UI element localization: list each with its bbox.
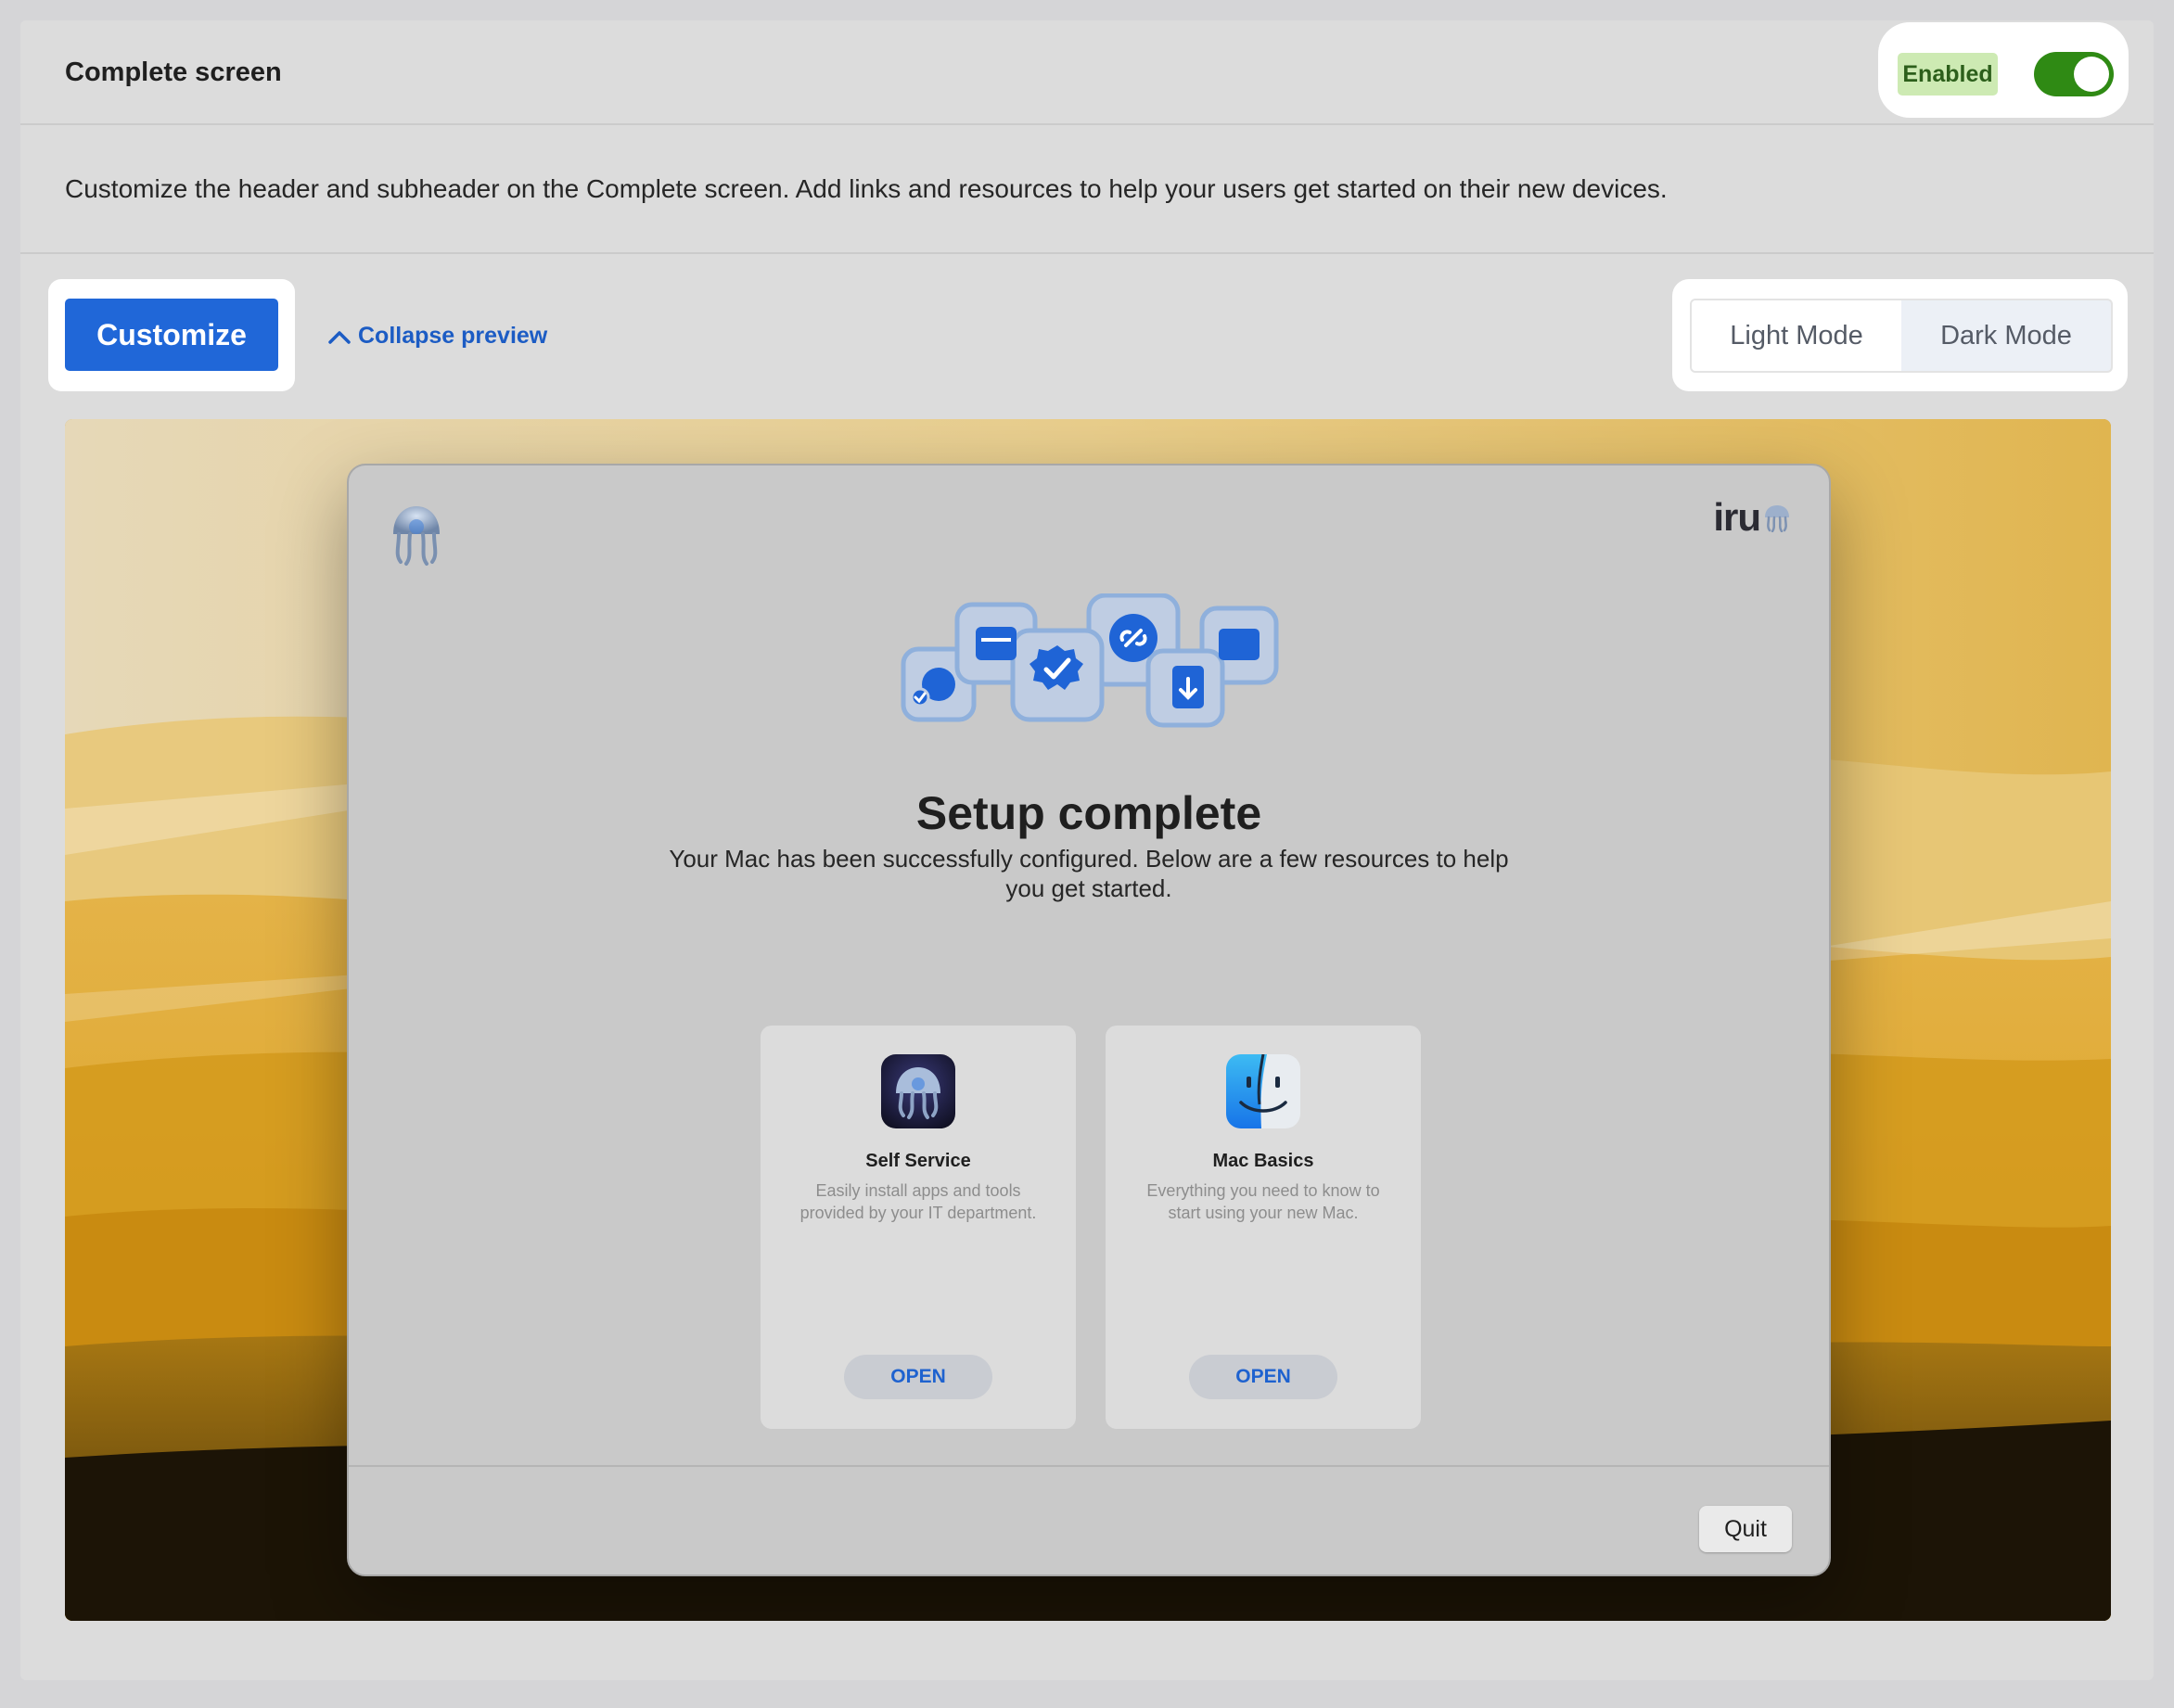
appearance-mode-switch: Light Mode Dark Mode (1690, 299, 2113, 373)
finder-icon (1226, 1054, 1300, 1128)
collapse-preview-link[interactable]: Collapse preview (326, 323, 547, 350)
toggle-knob (2074, 57, 2109, 92)
divider (20, 252, 2154, 254)
status-badge: Enabled (1898, 53, 1998, 96)
resource-title: Mac Basics (1212, 1151, 1314, 1171)
brand-wordmark: iru (1713, 495, 1761, 539)
enable-toggle-group: Enabled (1878, 22, 2129, 118)
brand-logo: iru (1713, 495, 1792, 540)
page-title: Complete screen (65, 57, 282, 87)
resource-title: Self Service (865, 1151, 971, 1171)
self-service-icon (881, 1054, 955, 1128)
customize-button-wrap: Customize (48, 279, 295, 391)
open-self-service-button[interactable]: OPEN (844, 1355, 992, 1399)
resource-card-mac-basics: Mac Basics Everything you need to know t… (1106, 1026, 1421, 1429)
setup-title: Setup complete (915, 787, 1262, 839)
appearance-mode-wrap: Light Mode Dark Mode (1672, 279, 2128, 391)
collapse-preview-label: Collapse preview (358, 323, 548, 349)
quit-button[interactable]: Quit (1699, 1506, 1792, 1552)
resource-card-self-service: Self Service Easily install apps and too… (761, 1026, 1076, 1429)
resources-hero-illustration (901, 593, 1279, 728)
open-mac-basics-button[interactable]: OPEN (1189, 1355, 1337, 1399)
enable-toggle[interactable] (2034, 52, 2114, 96)
jellyfish-logo-icon (393, 506, 440, 566)
card-header: Complete screen Enabled (20, 20, 2154, 125)
setup-complete-window: iru Setup complete Your Mac has been suc… (347, 464, 1831, 1576)
chevron-up-icon (328, 330, 351, 344)
dark-mode-tab[interactable]: Dark Mode (1901, 300, 2111, 371)
footer-divider (349, 1465, 1829, 1467)
customize-button[interactable]: Customize (65, 299, 278, 371)
setup-subtitle: Your Mac has been successfully configure… (669, 845, 1509, 902)
jellyfish-mini-icon (1765, 505, 1789, 532)
complete-screen-preview: iru Setup complete Your Mac has been suc… (65, 419, 2111, 1621)
screen-description: Customize the header and subheader on th… (65, 174, 1668, 203)
resource-description: Easily install apps and tools provided b… (799, 1181, 1037, 1222)
light-mode-tab[interactable]: Light Mode (1692, 300, 1901, 371)
resource-description: Everything you need to know to start usi… (1146, 1181, 1380, 1222)
complete-screen-card: Complete screen Enabled Customize the he… (20, 20, 2154, 1680)
